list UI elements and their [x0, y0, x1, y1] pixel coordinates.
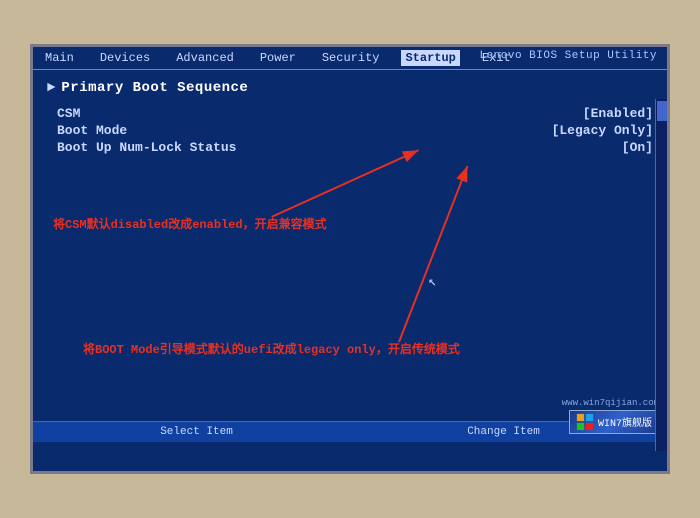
- svg-text:↖: ↖: [428, 275, 436, 290]
- brand-label: Lenovo BIOS Setup Utility: [479, 50, 657, 62]
- table-row[interactable]: CSM [Enabled]: [57, 106, 653, 121]
- bios-items: CSM [Enabled] Boot Mode [Legacy Only] Bo…: [57, 106, 653, 155]
- windows-logo-icon: [576, 413, 594, 431]
- bios-screen: Main Devices Advanced Power Security Sta…: [30, 44, 670, 474]
- section-heading: ► Primary Boot Sequence: [47, 80, 653, 96]
- site-url: www.win7qijian.com: [562, 398, 659, 408]
- bottom-select: Select Item: [160, 426, 233, 438]
- scrollbar[interactable]: [655, 99, 667, 451]
- menu-item-devices[interactable]: Devices: [96, 50, 154, 66]
- bottom-change: Change Item: [467, 426, 540, 438]
- menu-bar: Main Devices Advanced Power Security Sta…: [33, 47, 667, 70]
- menu-item-security[interactable]: Security: [318, 50, 384, 66]
- scrollbar-thumb[interactable]: [657, 101, 667, 121]
- menu-item-startup[interactable]: Startup: [401, 50, 459, 66]
- win7-label: WIN7旗舰版: [598, 414, 652, 430]
- annotation-csm: 将CSM默认disabled改成enabled，开启兼容模式: [53, 215, 327, 232]
- section-title: Primary Boot Sequence: [61, 80, 248, 96]
- menu-items: Main Devices Advanced Power Security Sta…: [41, 50, 515, 66]
- section-arrow-icon: ►: [47, 80, 55, 96]
- item-value-numlock: [On]: [622, 140, 653, 155]
- item-value-csm: [Enabled]: [583, 106, 653, 121]
- menu-item-main[interactable]: Main: [41, 50, 78, 66]
- table-row[interactable]: Boot Mode [Legacy Only]: [57, 123, 653, 138]
- annotation-boot-mode: 将BOOT Mode引导模式默认的uefi改成legacy only，开启传统模…: [83, 340, 460, 357]
- menu-item-power[interactable]: Power: [256, 50, 300, 66]
- photo-frame: Main Devices Advanced Power Security Sta…: [0, 0, 700, 518]
- table-row[interactable]: Boot Up Num-Lock Status [On]: [57, 140, 653, 155]
- item-label-boot-mode: Boot Mode: [57, 123, 277, 138]
- win7-badge: WIN7旗舰版: [569, 410, 659, 434]
- menu-item-advanced[interactable]: Advanced: [172, 50, 238, 66]
- item-label-csm: CSM: [57, 106, 277, 121]
- watermark: www.win7qijian.com WIN7旗舰版: [562, 398, 659, 434]
- item-value-boot-mode: [Legacy Only]: [552, 123, 653, 138]
- item-label-numlock: Boot Up Num-Lock Status: [57, 140, 277, 155]
- bios-content: ► Primary Boot Sequence CSM [Enabled] Bo…: [33, 70, 667, 442]
